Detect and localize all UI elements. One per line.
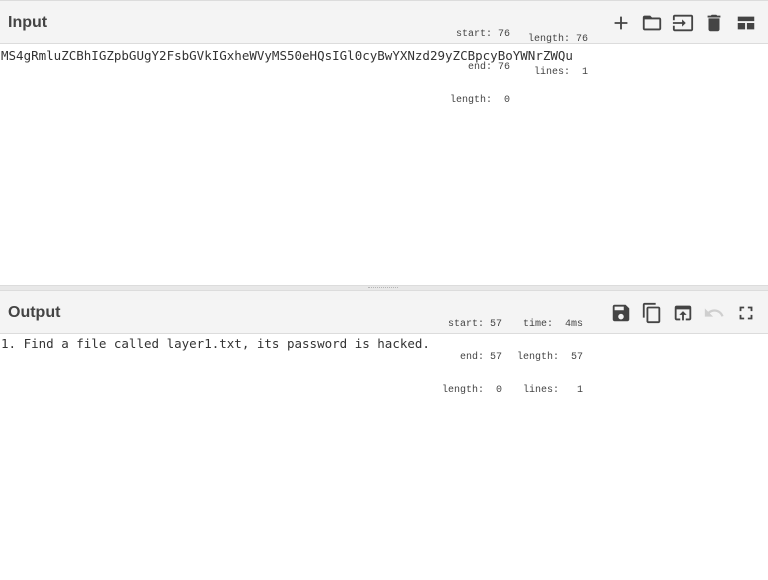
clear-io-button[interactable] xyxy=(700,9,728,37)
move-to-input-icon xyxy=(674,305,692,321)
replace-input-icon xyxy=(672,14,694,32)
maximize-icon xyxy=(739,306,753,320)
open-file-icon xyxy=(642,15,662,31)
output-header: Output start: 57 end: 57 length: 0 time:… xyxy=(0,290,768,396)
add-input-button[interactable] xyxy=(607,9,635,37)
copy-icon xyxy=(642,302,661,324)
save-icon xyxy=(612,304,630,322)
delete-icon xyxy=(707,14,721,32)
reset-layout-button[interactable] xyxy=(732,9,760,37)
output-stat-start: start: 57 xyxy=(448,319,503,330)
open-file-button[interactable] xyxy=(638,9,666,37)
input-title: Input xyxy=(8,14,48,31)
input-stat-start: start: 76 xyxy=(456,29,511,40)
replace-input-button[interactable] xyxy=(669,9,697,37)
add-input-icon xyxy=(614,16,628,30)
maximize-output-button[interactable] xyxy=(732,299,760,327)
output-stat-time: time: 4ms xyxy=(523,319,584,330)
input-textarea[interactable]: MS4gRmluZCBhIGZpbGUgY2FsbGVkIGxheWVyMS50… xyxy=(0,48,768,284)
output-textarea[interactable]: 1. Find a file called layer1.txt, its pa… xyxy=(0,336,768,576)
save-output-button[interactable] xyxy=(607,299,635,327)
output-title: Output xyxy=(8,304,61,321)
input-stat-total-length: length: 76 xyxy=(528,34,589,45)
copy-output-button[interactable] xyxy=(638,299,666,327)
undo-button[interactable] xyxy=(700,299,728,327)
undo-icon xyxy=(704,308,724,317)
layout-icon xyxy=(737,16,755,30)
move-output-to-input-button[interactable] xyxy=(669,299,697,327)
input-header: Input start: 76 end: 76 length: 0 length… xyxy=(0,0,768,106)
divider-grip xyxy=(368,287,398,289)
